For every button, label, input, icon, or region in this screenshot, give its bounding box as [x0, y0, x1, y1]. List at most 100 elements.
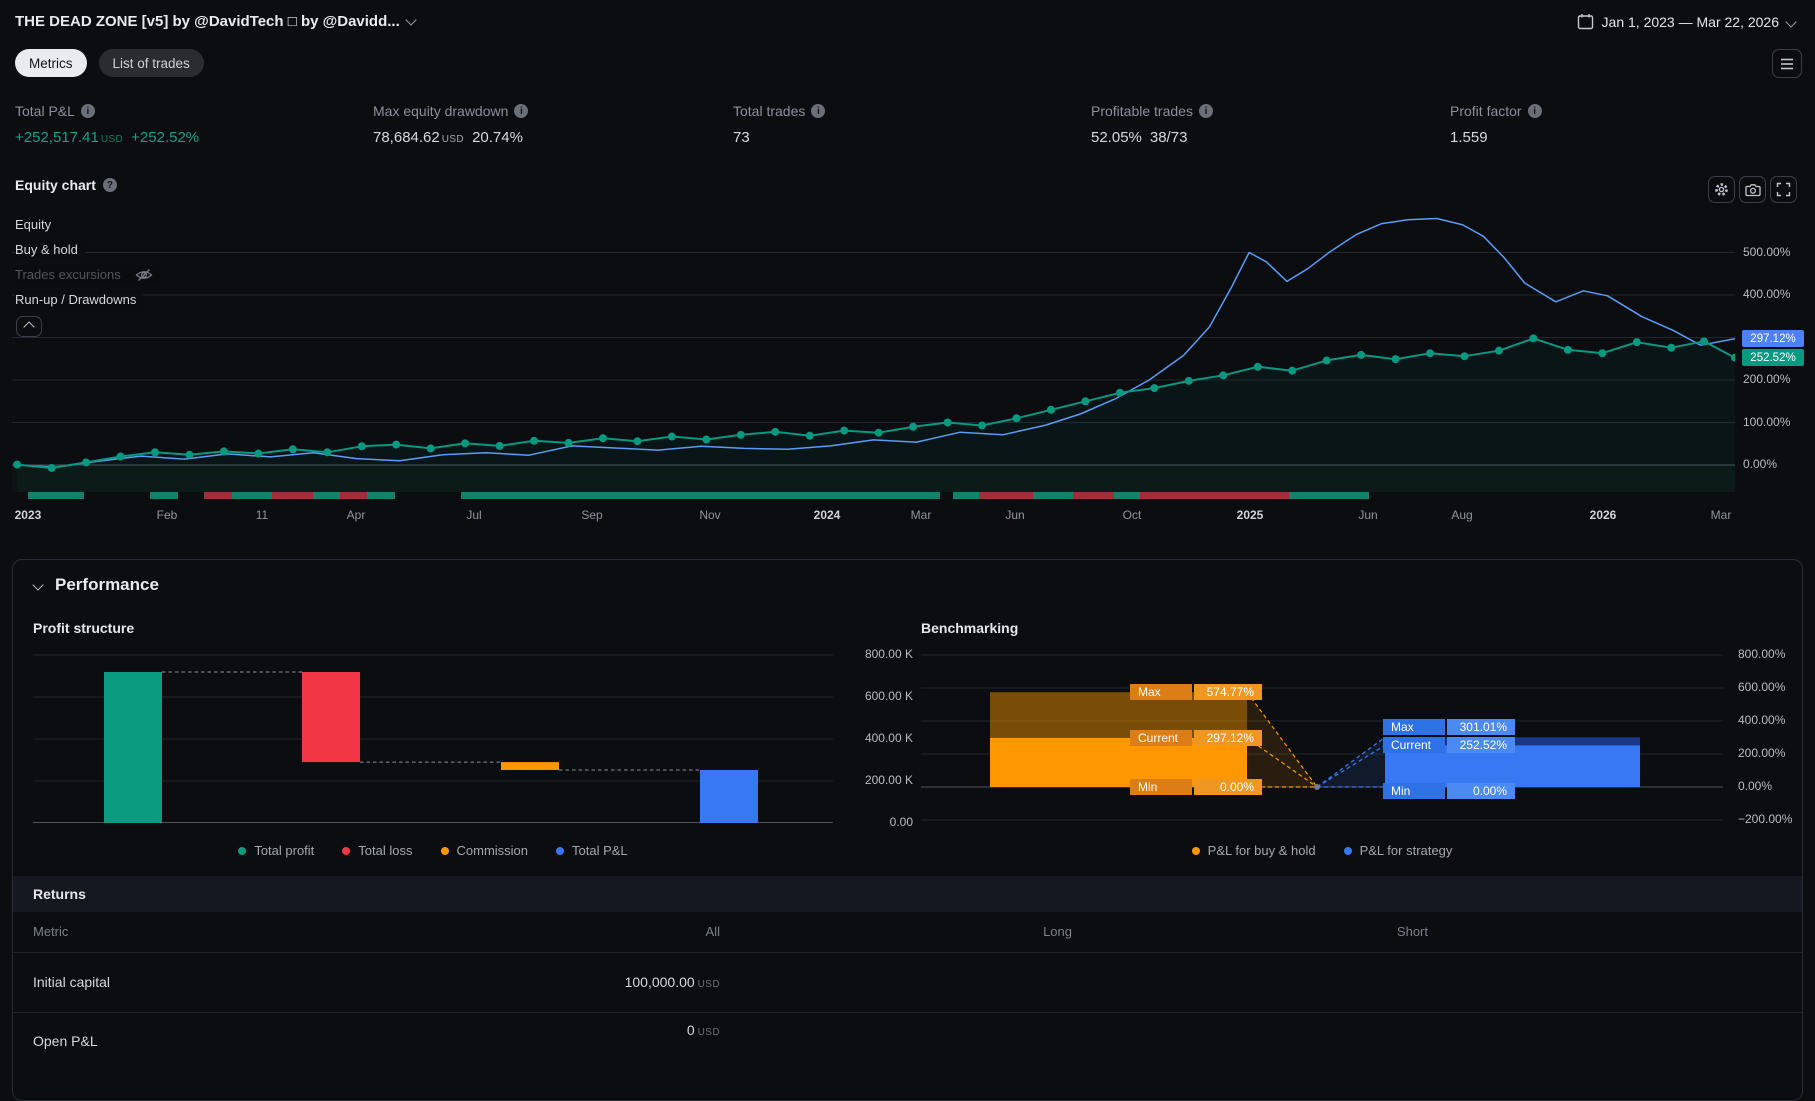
equity-point-marker: [1288, 366, 1297, 375]
equity-point-marker: [978, 421, 987, 430]
legend-item-equity[interactable]: Equity: [15, 216, 59, 234]
equity-point-marker: [47, 463, 56, 472]
eye-off-icon[interactable]: [135, 268, 153, 282]
equity-point-marker: [357, 442, 366, 451]
legend-item-total-loss[interactable]: Total loss: [342, 843, 413, 858]
fullscreen-icon: [1776, 182, 1791, 197]
legend-item-trades-excursions[interactable]: Trades excursions: [15, 266, 160, 284]
row-metric-label: Initial capital: [33, 974, 111, 990]
legend-item-run-up-drawdowns[interactable]: Run-up / Drawdowns: [15, 291, 144, 309]
row-metric-label: Open P&L: [33, 1033, 98, 1049]
legend-item-label: Total profit: [254, 843, 315, 858]
metric-profit-factor: Profit factor i 1.559: [1450, 103, 1542, 146]
x-axis-label: Mar: [1710, 508, 1732, 522]
help-question-icon[interactable]: ?: [102, 178, 117, 192]
date-range-picker[interactable]: Jan 1, 2023 — Mar 22, 2026: [1577, 13, 1797, 30]
equity-point-marker: [1529, 334, 1538, 343]
y-axis-label: 200.00 K: [864, 773, 913, 787]
legend-item-commission[interactable]: Commission: [440, 843, 528, 858]
equity-point-marker: [288, 445, 297, 454]
metric-label: Profitable trades i: [1091, 103, 1213, 119]
value-number: 100,000.00: [624, 974, 695, 990]
x-axis-label: Jun: [1005, 508, 1025, 522]
y-axis-label: 0.00: [889, 815, 913, 829]
column-header-long: Long: [1043, 924, 1072, 939]
table-separator: [13, 952, 1802, 953]
buy-hold-current-badge: Current 297.12%: [1130, 730, 1262, 746]
metric-value: 73: [733, 129, 825, 146]
tab-list-of-trades[interactable]: List of trades: [98, 49, 204, 77]
profit-structure-legend: Total profit Total loss Commission Total P&…: [33, 843, 833, 858]
y-axis-label: 100.00%: [1743, 414, 1791, 429]
equity-point-marker: [1391, 355, 1400, 364]
legend-item-label: P&L for strategy: [1359, 843, 1453, 858]
returns-section-header: Returns: [13, 876, 1802, 912]
waterfall-bar-total-p-l: [700, 769, 758, 823]
camera-icon: [1744, 183, 1761, 196]
metric-value: 52.05% 38/73: [1091, 129, 1213, 146]
metric-max-equity-drawdown: Max equity drawdown i 78,684.62 USD 20.74%: [373, 103, 529, 146]
legend-item-label: Run-up / Drawdowns: [15, 292, 137, 307]
benchmarking-title: Benchmarking: [921, 620, 1019, 636]
y-axis-label: 500.00%: [1743, 244, 1791, 259]
benchmarking-svg: [921, 654, 1723, 821]
equity-point-marker: [736, 430, 745, 439]
drawdown-segment: [203, 492, 233, 499]
waterfall-bar-total-profit: [104, 672, 162, 823]
x-axis-label: 2023: [14, 508, 42, 522]
panel-layout-button[interactable]: [1772, 49, 1802, 78]
value-currency-unit: USD: [697, 979, 720, 990]
equity-point-marker: [1632, 338, 1641, 347]
equity-point-marker: [13, 460, 22, 469]
equity-point-marker: [598, 434, 607, 443]
tab-metrics[interactable]: Metrics: [15, 49, 87, 77]
legend-item-buy-hold[interactable]: Buy & hold: [15, 241, 85, 259]
equity-point-marker: [1253, 362, 1262, 371]
legend-item-total-p-l[interactable]: Total P&L: [556, 843, 628, 858]
row-all-value: 0 USD: [420, 1022, 720, 1038]
date-range-text: Jan 1, 2023 — Mar 22, 2026: [1601, 13, 1779, 30]
y-axis-label: 200.00%: [1743, 372, 1791, 386]
legend-item-p-l-for-strategy[interactable]: P&L for strategy: [1343, 843, 1453, 858]
badge-value: 0.00%: [1447, 783, 1515, 799]
equity-point-marker: [495, 441, 504, 450]
chevron-up-icon: [23, 320, 35, 333]
gear-icon: [1715, 183, 1728, 196]
chart-fullscreen-button[interactable]: [1770, 176, 1797, 203]
equity-point-marker: [840, 426, 849, 435]
equity-point-marker: [1667, 343, 1676, 352]
metric-label-text: Total P&L: [15, 103, 75, 119]
metric-total-p-l: Total P&L i +252,517.41 USD +252.52%: [15, 103, 199, 146]
equity-chart-plot[interactable]: [12, 205, 1739, 492]
x-axis-label: 2024: [813, 508, 841, 522]
info-icon[interactable]: i: [514, 104, 529, 118]
axis-value-badge: 297.12%: [1742, 330, 1804, 347]
chart-settings-button[interactable]: [1708, 176, 1735, 203]
y-axis-label: 800.00%: [1738, 647, 1786, 661]
info-icon[interactable]: i: [80, 104, 95, 118]
equity-point-marker: [1012, 414, 1021, 423]
legend-item-p-l-for-buy-hold[interactable]: P&L for buy & hold: [1191, 843, 1316, 858]
legend-collapse-button[interactable]: [16, 316, 42, 337]
equity-point-marker: [1115, 388, 1124, 397]
strategy-selector[interactable]: THE DEAD ZONE [v5] by @DavidTech □ by @D…: [15, 13, 417, 30]
info-icon[interactable]: i: [1198, 104, 1213, 118]
performance-header[interactable]: Performance: [32, 575, 159, 595]
legend-dot: [556, 847, 565, 855]
drawdown-segment: [1140, 492, 1290, 499]
chart-snapshot-button[interactable]: [1739, 176, 1766, 203]
metric-value: 78,684.62 USD 20.74%: [373, 129, 528, 146]
badge-value: 574.77%: [1194, 684, 1262, 700]
equity-x-axis: 2023 Feb 11 Apr Jul Sep Nov 2024 Mar Jun Oct 2025 Ju…: [12, 508, 1735, 524]
value-currency-unit: USD: [697, 1027, 720, 1038]
metric-label-text: Profit factor: [1450, 103, 1522, 119]
equity-point-marker: [1184, 376, 1193, 385]
info-icon[interactable]: i: [1527, 104, 1542, 118]
waterfall-bar-commission: [501, 762, 559, 770]
y-axis-label: −200.00%: [1738, 812, 1793, 826]
table-separator: [13, 1012, 1802, 1013]
equity-point-marker: [1460, 352, 1469, 361]
metric-label-text: Max equity drawdown: [373, 103, 509, 119]
legend-item-total-profit[interactable]: Total profit: [238, 843, 314, 858]
info-icon[interactable]: i: [811, 104, 826, 118]
